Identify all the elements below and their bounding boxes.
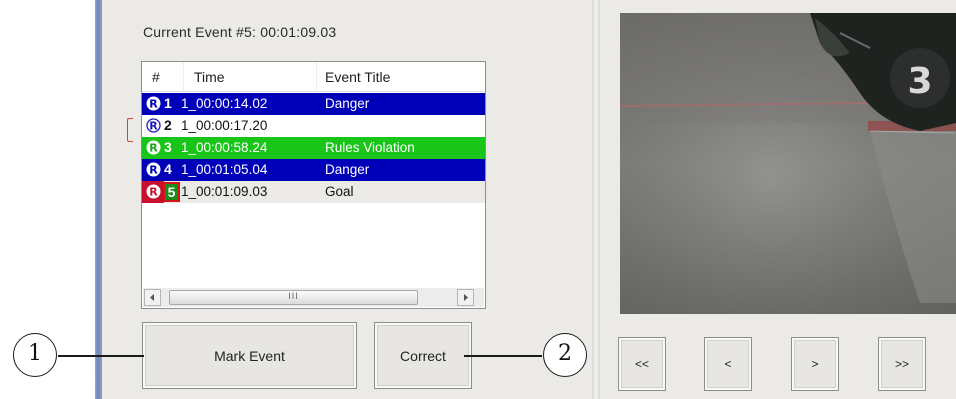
current-event-label: Current Event #5: 00:01:09.03	[143, 24, 337, 40]
panel-splitter[interactable]	[592, 0, 600, 399]
column-separator	[183, 62, 184, 92]
callout-marker: 2	[543, 333, 587, 377]
event-number: 5	[163, 182, 180, 202]
registered-icon: R	[146, 140, 161, 155]
video-preview[interactable]: 3	[620, 13, 956, 314]
mark-event-button[interactable]: Mark Event	[142, 322, 357, 389]
hockey-frame-image: 3	[620, 13, 956, 314]
svg-text:R: R	[149, 142, 158, 155]
svg-text:3: 3	[907, 61, 932, 102]
svg-text:R: R	[149, 98, 158, 111]
event-title: Rules Violation	[325, 140, 415, 155]
events-list[interactable]: # Time Event Title R 1 1_00:00:14.02 Dan…	[141, 61, 486, 309]
registered-icon: R	[146, 184, 161, 199]
event-number: 4	[164, 161, 172, 177]
horizontal-scrollbar[interactable]: III	[143, 288, 484, 307]
column-header-number[interactable]: #	[152, 69, 160, 85]
event-number: 2	[164, 117, 172, 133]
callout-leader-line	[464, 355, 542, 357]
event-time: 1_00:00:17.20	[181, 118, 268, 133]
event-title: Danger	[325, 96, 370, 111]
column-separator	[316, 62, 317, 92]
event-time: 1_00:01:09.03	[181, 184, 268, 199]
event-time: 1_00:01:05.04	[181, 162, 268, 177]
step-forward-button[interactable]: >	[791, 337, 839, 391]
list-item-selected[interactable]: R 5 1_00:01:09.03 Goal	[142, 181, 485, 203]
event-time: 1_00:00:14.02	[181, 96, 268, 111]
event-title: Danger	[325, 162, 370, 177]
registered-icon: R	[146, 118, 161, 133]
chevron-left-icon	[150, 294, 154, 301]
list-item[interactable]: R 2 1_00:00:17.20	[142, 115, 485, 137]
step-back-button[interactable]: <	[704, 337, 752, 391]
column-header-title[interactable]: Event Title	[325, 69, 390, 85]
event-number: 3	[164, 139, 172, 155]
annotation-bracket	[127, 118, 133, 142]
list-item[interactable]: R 3 1_00:00:58.24 Rules Violation	[142, 137, 485, 159]
list-item[interactable]: R 1 1_00:00:14.02 Danger	[142, 93, 485, 115]
list-item[interactable]: R 4 1_00:01:05.04 Danger	[142, 159, 485, 181]
scroll-left-button[interactable]	[144, 289, 161, 306]
callout-marker: 1	[13, 333, 57, 377]
registered-icon: R	[146, 162, 161, 177]
list-header: # Time Event Title	[142, 62, 485, 92]
column-header-time[interactable]: Time	[194, 69, 225, 85]
svg-text:R: R	[149, 186, 158, 199]
fast-forward-button[interactable]: >>	[878, 337, 926, 391]
scroll-thumb[interactable]: III	[169, 290, 418, 305]
event-title: Goal	[325, 184, 354, 199]
svg-text:R: R	[149, 120, 158, 133]
rewind-button[interactable]: <<	[618, 337, 666, 391]
event-time: 1_00:00:58.24	[181, 140, 268, 155]
chevron-right-icon	[464, 294, 468, 301]
callout-leader-line	[58, 355, 144, 357]
window-left-border	[95, 0, 102, 399]
scroll-right-button[interactable]	[457, 289, 474, 306]
svg-text:R: R	[149, 164, 158, 177]
registered-icon: R	[146, 96, 161, 111]
correct-button[interactable]: Correct	[374, 322, 472, 389]
grip-icon: III	[288, 291, 299, 301]
event-number: 1	[164, 95, 172, 111]
